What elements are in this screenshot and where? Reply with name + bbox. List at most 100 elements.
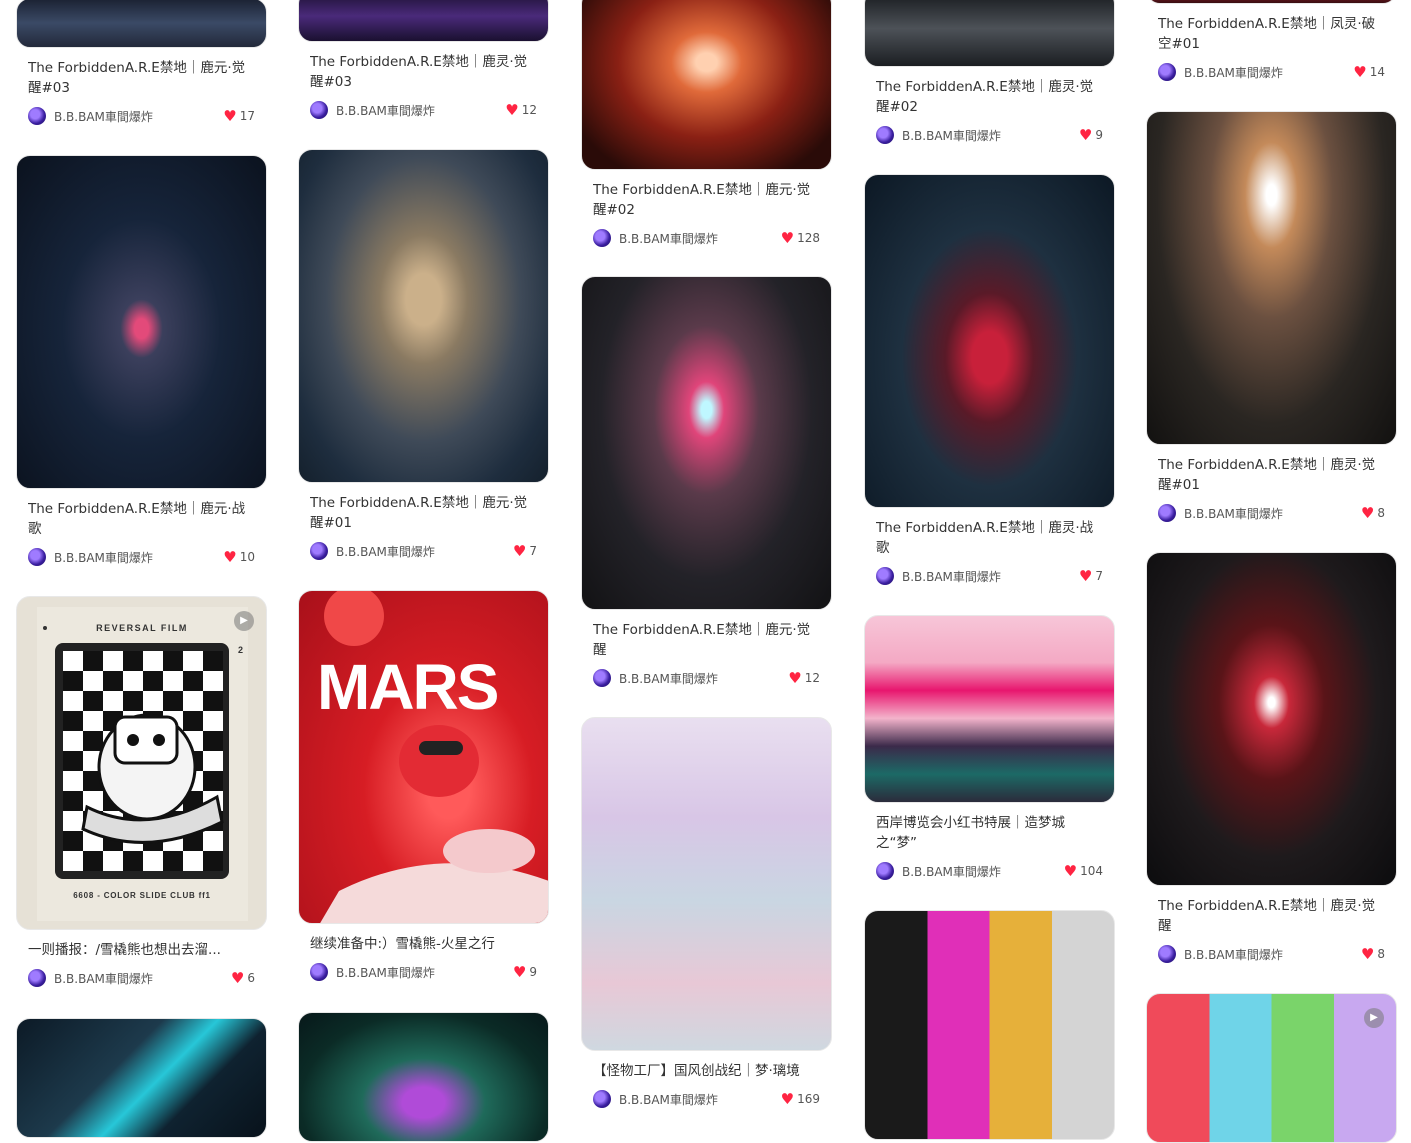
feed-card[interactable] [16,1018,267,1138]
like-button[interactable]: ♥ 6 [231,970,255,986]
card-cover-image[interactable]: REVERSAL FILM 2 6608 - COLOR SLIDE CLUB … [16,596,267,930]
card-title[interactable]: The ForbiddenA.R.E禁地｜鹿元·觉醒 [593,620,820,660]
like-button[interactable]: ♥ 10 [223,549,255,565]
feed-card[interactable] [864,910,1115,1140]
card-cover-image[interactable] [1146,552,1397,886]
card-cover-image[interactable] [581,276,832,610]
author-name[interactable]: B.B.BAM車間爆炸 [619,230,781,247]
card-cover-image[interactable] [16,0,267,48]
feed-card[interactable]: The ForbiddenA.R.E禁地｜鹿元·觉醒#02 B.B.BAM車間爆… [581,0,832,248]
card-cover-image[interactable] [581,717,832,1051]
author-name[interactable]: B.B.BAM車間爆炸 [902,568,1079,585]
avatar[interactable] [1158,63,1176,81]
like-button[interactable]: ♥ 7 [513,543,537,559]
card-cover-image[interactable] [1146,0,1397,4]
avatar[interactable] [310,101,328,119]
like-button[interactable]: ♥ 169 [781,1091,820,1107]
author-name[interactable]: B.B.BAM車間爆炸 [336,543,513,560]
card-cover-image[interactable]: ▶ [1146,993,1397,1143]
card-cover-image[interactable] [298,0,549,42]
like-button[interactable]: ♥ 12 [788,670,820,686]
card-cover-image[interactable] [298,149,549,483]
like-button[interactable]: ♥ 8 [1361,505,1385,521]
avatar[interactable] [593,229,611,247]
feed-card[interactable]: The ForbiddenA.R.E禁地｜鹿元·觉醒 B.B.BAM車間爆炸 ♥… [581,276,832,688]
feed-card[interactable]: The ForbiddenA.R.E禁地｜鹿灵·战歌 B.B.BAM車間爆炸 ♥… [864,174,1115,586]
card-cover-image[interactable] [1146,111,1397,445]
card-cover-image[interactable] [16,155,267,489]
avatar[interactable] [28,107,46,125]
card-cover-image[interactable] [864,0,1115,67]
author-name[interactable]: B.B.BAM車間爆炸 [336,964,513,981]
author-name[interactable]: B.B.BAM車間爆炸 [1184,946,1361,963]
avatar[interactable] [1158,504,1176,522]
feed-card[interactable]: The ForbiddenA.R.E禁地｜鹿灵·觉醒#01 B.B.BAM車間爆… [1146,111,1397,523]
card-title[interactable]: The ForbiddenA.R.E禁地｜鹿元·战歌 [28,499,255,539]
like-button[interactable]: ♥ 104 [1064,863,1103,879]
play-icon[interactable]: ▶ [234,611,254,631]
like-button[interactable]: ♥ 12 [505,102,537,118]
card-title[interactable]: The ForbiddenA.R.E禁地｜凤灵·破空#01 [1158,14,1385,54]
feed-card[interactable]: The ForbiddenA.R.E禁地｜鹿元·觉醒#03 B.B.BAM車間爆… [16,0,267,126]
avatar[interactable] [876,862,894,880]
avatar[interactable] [1158,945,1176,963]
feed-card[interactable]: The ForbiddenA.R.E禁地｜鹿元·战歌 B.B.BAM車間爆炸 ♥… [16,155,267,567]
card-cover-image[interactable] [298,1012,549,1142]
feed-card[interactable]: The ForbiddenA.R.E禁地｜鹿灵·觉醒 B.B.BAM車間爆炸 ♥… [1146,552,1397,964]
like-button[interactable]: ♥ 128 [781,230,820,246]
card-title[interactable]: 一则播报：/雪橇熊也想出去溜... [28,940,255,960]
author-name[interactable]: B.B.BAM車間爆炸 [54,549,223,566]
card-title[interactable]: The ForbiddenA.R.E禁地｜鹿元·觉醒#03 [28,58,255,98]
author-name[interactable]: B.B.BAM車間爆炸 [54,970,231,987]
feed-card[interactable]: The ForbiddenA.R.E禁地｜鹿灵·觉醒#02 B.B.BAM車間爆… [864,0,1115,145]
card-title[interactable]: The ForbiddenA.R.E禁地｜鹿灵·觉醒#01 [1158,455,1385,495]
avatar[interactable] [310,542,328,560]
card-title[interactable]: The ForbiddenA.R.E禁地｜鹿灵·觉醒#03 [310,52,537,92]
card-title[interactable]: 西岸博览会小红书特展｜造梦城之“梦” [876,813,1103,853]
play-icon[interactable]: ▶ [1364,1008,1384,1028]
like-button[interactable]: ♥ 14 [1353,64,1385,80]
feed-card[interactable]: MARS 继续准备中:）雪橇熊-火星之行 B.B.BAM車間爆炸 ♥ 9 [298,590,549,982]
author-name[interactable]: B.B.BAM車間爆炸 [902,127,1079,144]
author-name[interactable]: B.B.BAM車間爆炸 [902,863,1064,880]
author-name[interactable]: B.B.BAM車間爆炸 [1184,505,1361,522]
like-button[interactable]: ♥ 9 [1079,127,1103,143]
avatar[interactable] [593,669,611,687]
card-cover-image[interactable] [864,910,1115,1140]
feed-card[interactable]: 【怪物工厂】国风创战纪｜梦·璃境 B.B.BAM車間爆炸 ♥ 169 [581,717,832,1109]
author-name[interactable]: B.B.BAM車間爆炸 [54,108,223,125]
avatar[interactable] [28,969,46,987]
card-title[interactable]: 【怪物工厂】国风创战纪｜梦·璃境 [593,1061,820,1081]
card-cover-image[interactable] [864,615,1115,803]
like-button[interactable]: ♥ 17 [223,108,255,124]
avatar[interactable] [28,548,46,566]
feed-card[interactable]: REVERSAL FILM 2 6608 - COLOR SLIDE CLUB … [16,596,267,988]
card-title[interactable]: The ForbiddenA.R.E禁地｜鹿灵·觉醒#02 [876,77,1103,117]
card-title[interactable]: The ForbiddenA.R.E禁地｜鹿灵·觉醒 [1158,896,1385,936]
author-name[interactable]: B.B.BAM車間爆炸 [336,102,505,119]
card-title[interactable]: The ForbiddenA.R.E禁地｜鹿灵·战歌 [876,518,1103,558]
avatar[interactable] [876,126,894,144]
author-name[interactable]: B.B.BAM車間爆炸 [619,670,788,687]
card-cover-image[interactable]: MARS [298,590,549,924]
feed-card[interactable]: 西岸博览会小红书特展｜造梦城之“梦” B.B.BAM車間爆炸 ♥ 104 [864,615,1115,881]
like-button[interactable]: ♥ 8 [1361,946,1385,962]
feed-card[interactable]: The ForbiddenA.R.E禁地｜凤灵·破空#01 B.B.BAM車間爆… [1146,0,1397,82]
feed-card[interactable]: The ForbiddenA.R.E禁地｜鹿灵·觉醒#03 B.B.BAM車間爆… [298,0,549,120]
card-title[interactable]: 继续准备中:）雪橇熊-火星之行 [310,934,537,954]
feed-card[interactable]: The ForbiddenA.R.E禁地｜鹿元·觉醒#01 B.B.BAM車間爆… [298,149,549,561]
avatar[interactable] [310,963,328,981]
like-button[interactable]: ♥ 7 [1079,568,1103,584]
card-cover-image[interactable] [16,1018,267,1138]
feed-card[interactable]: ▶ [1146,993,1397,1143]
like-button[interactable]: ♥ 9 [513,964,537,980]
card-title[interactable]: The ForbiddenA.R.E禁地｜鹿元·觉醒#01 [310,493,537,533]
avatar[interactable] [876,567,894,585]
card-title[interactable]: The ForbiddenA.R.E禁地｜鹿元·觉醒#02 [593,180,820,220]
card-cover-image[interactable] [581,0,832,170]
feed-card[interactable] [298,1012,549,1142]
card-cover-image[interactable] [864,174,1115,508]
author-name[interactable]: B.B.BAM車間爆炸 [1184,64,1353,81]
author-name[interactable]: B.B.BAM車間爆炸 [619,1091,781,1108]
avatar[interactable] [593,1090,611,1108]
